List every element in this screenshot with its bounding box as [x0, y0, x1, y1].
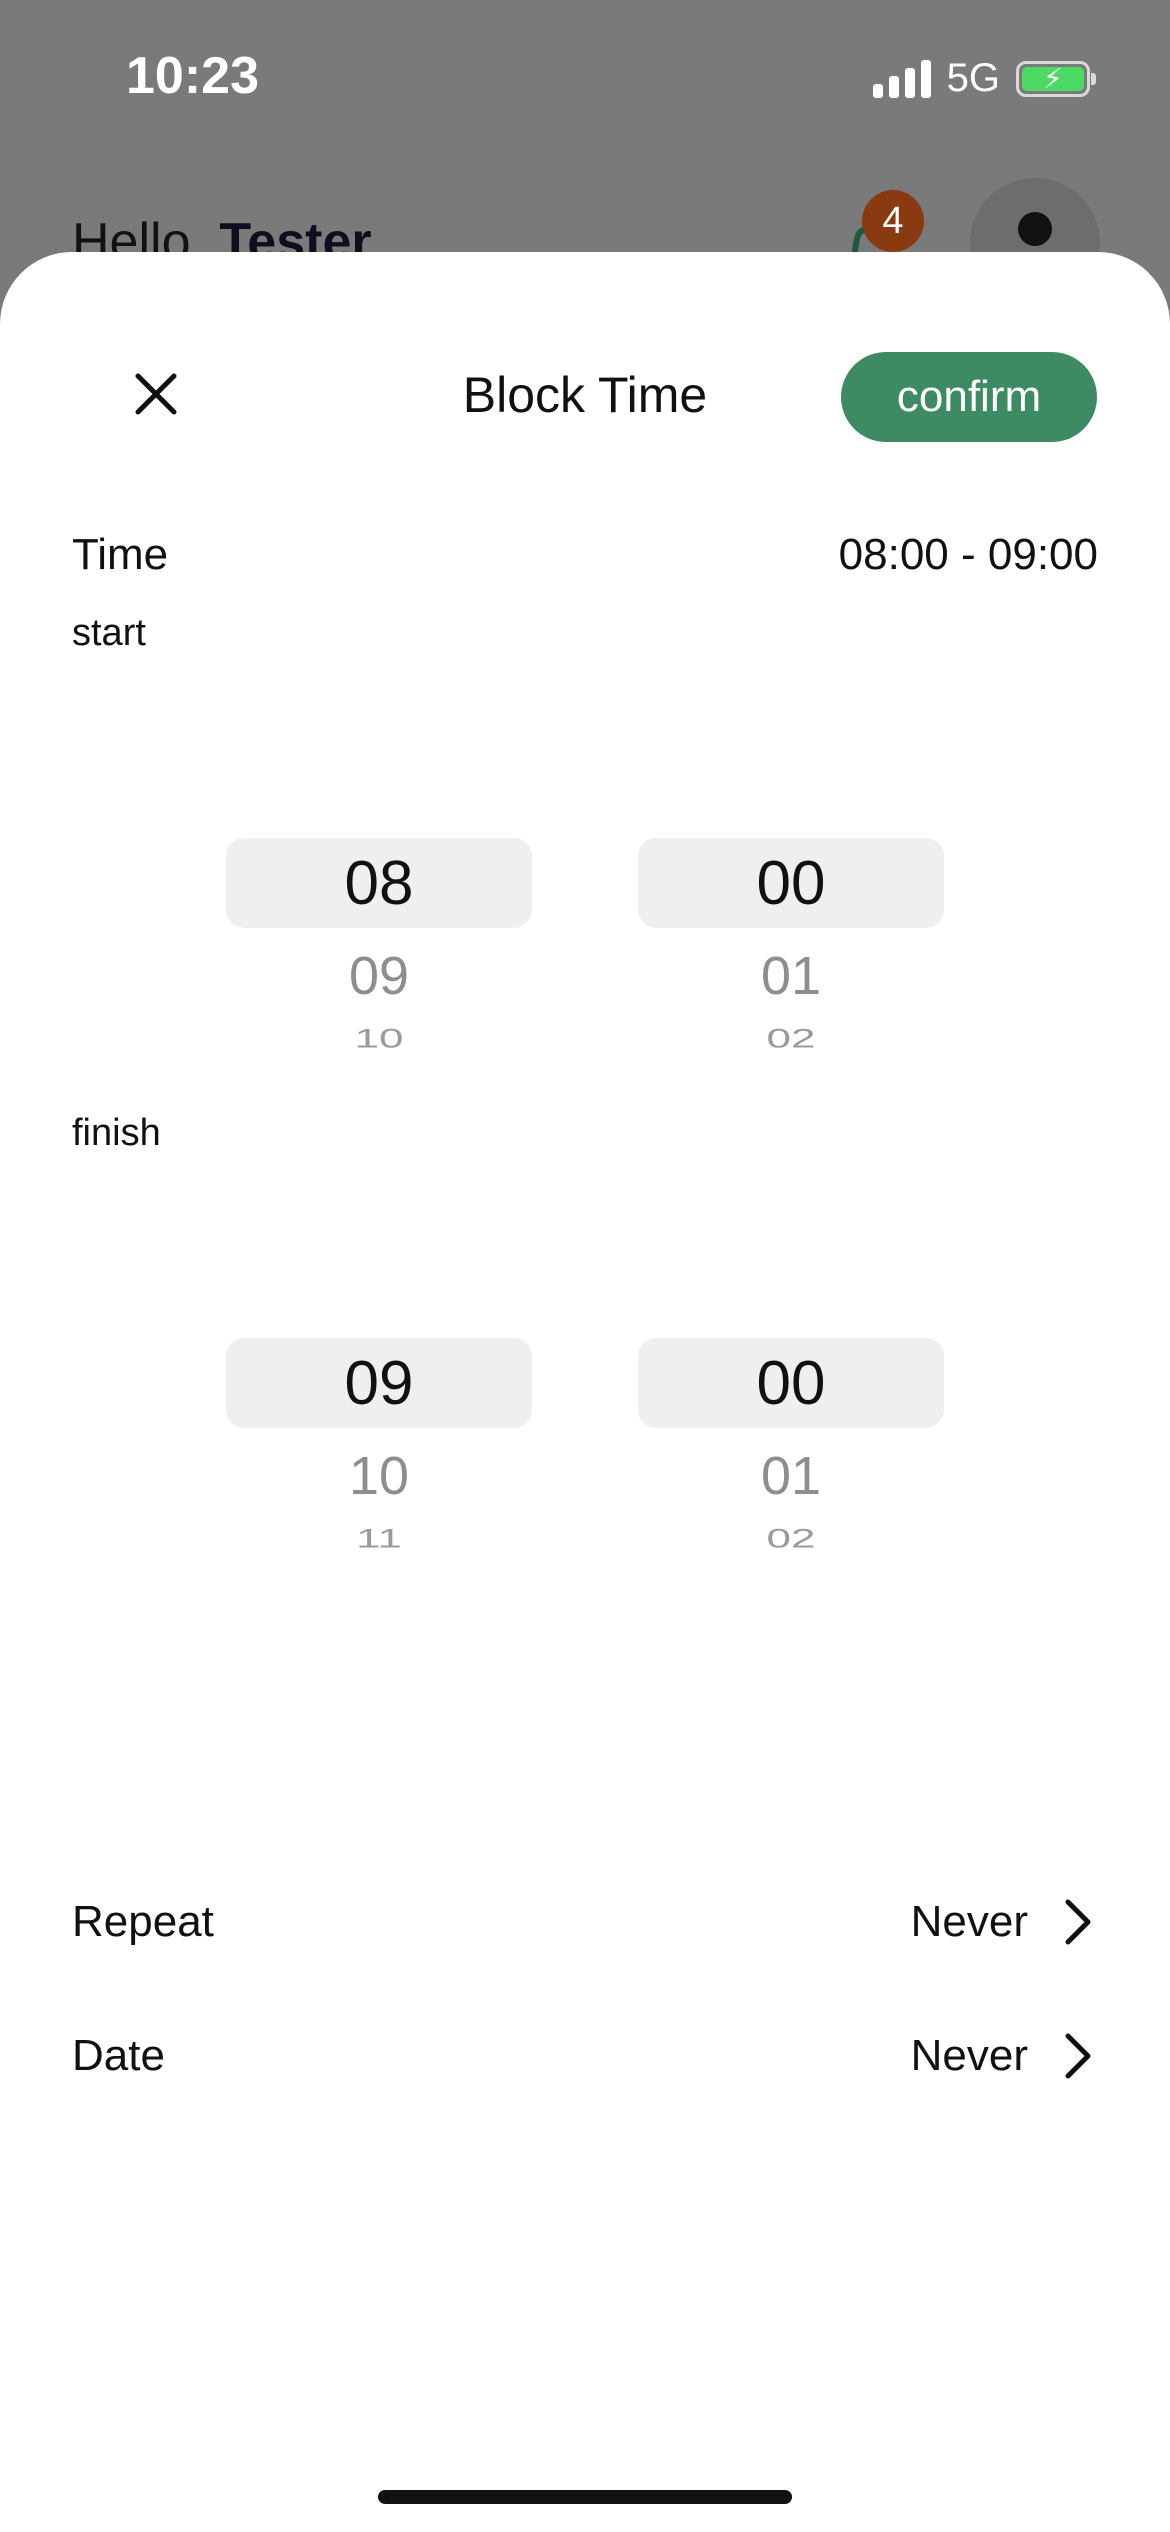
- chevron-right-icon: [1065, 1899, 1091, 1945]
- notification-badge: 4: [862, 190, 924, 252]
- finish-hour-picker[interactable]: 09 10 11: [226, 1338, 532, 1598]
- start-minute-option[interactable]: 02: [638, 1024, 944, 1060]
- finish-minute-option[interactable]: 01: [638, 1428, 944, 1524]
- finish-minute-picker[interactable]: 00 01 02: [638, 1338, 944, 1598]
- date-value: Never: [910, 2031, 1028, 2080]
- status-time: 10:23: [126, 47, 259, 105]
- battery-icon: ⚡: [1016, 60, 1096, 97]
- time-range-value: 08:00 - 09:00: [838, 530, 1098, 579]
- time-row: Time 08:00 - 09:00: [72, 530, 1098, 580]
- repeat-row[interactable]: Repeat Never: [72, 1894, 1098, 1950]
- repeat-value-group: Never: [911, 1894, 1098, 1950]
- finish-hour-option[interactable]: 10: [226, 1428, 532, 1524]
- start-minute-selected[interactable]: 00: [638, 838, 944, 928]
- network-label: 5G: [946, 56, 1000, 100]
- start-hour-option[interactable]: 10: [226, 1024, 532, 1060]
- sheet-header: Block Time confirm: [0, 252, 1170, 462]
- date-label: Date: [72, 2031, 165, 2080]
- block-time-sheet: Block Time confirm Time 08:00 - 09:00 st…: [0, 252, 1170, 2532]
- start-minute-picker[interactable]: 00 01 02: [638, 838, 944, 1098]
- start-hour-option[interactable]: 09: [226, 928, 532, 1024]
- home-indicator: [378, 2490, 792, 2504]
- start-hour-picker[interactable]: 08 09 10: [226, 838, 532, 1098]
- finish-hour-selected[interactable]: 09: [226, 1338, 532, 1428]
- finish-hour-option[interactable]: 11: [226, 1524, 532, 1560]
- repeat-label: Repeat: [72, 1897, 214, 1946]
- status-icons: 5G ⚡: [872, 56, 1096, 101]
- finish-minute-selected[interactable]: 00: [638, 1338, 944, 1428]
- date-row[interactable]: Date Never: [72, 2028, 1098, 2084]
- finish-label: finish: [72, 1112, 161, 1154]
- repeat-value: Never: [910, 1897, 1028, 1946]
- status-bar: 10:23 5G ⚡: [0, 0, 1170, 150]
- finish-minute-option[interactable]: 02: [638, 1524, 944, 1560]
- signal-icon: [872, 59, 931, 98]
- time-label: Time: [72, 530, 169, 579]
- start-hour-selected[interactable]: 08: [226, 838, 532, 928]
- start-label: start: [72, 612, 146, 654]
- start-minute-option[interactable]: 01: [638, 928, 944, 1024]
- chevron-right-icon: [1065, 2033, 1091, 2079]
- date-value-group: Never: [911, 2028, 1098, 2084]
- confirm-button[interactable]: confirm: [841, 352, 1097, 442]
